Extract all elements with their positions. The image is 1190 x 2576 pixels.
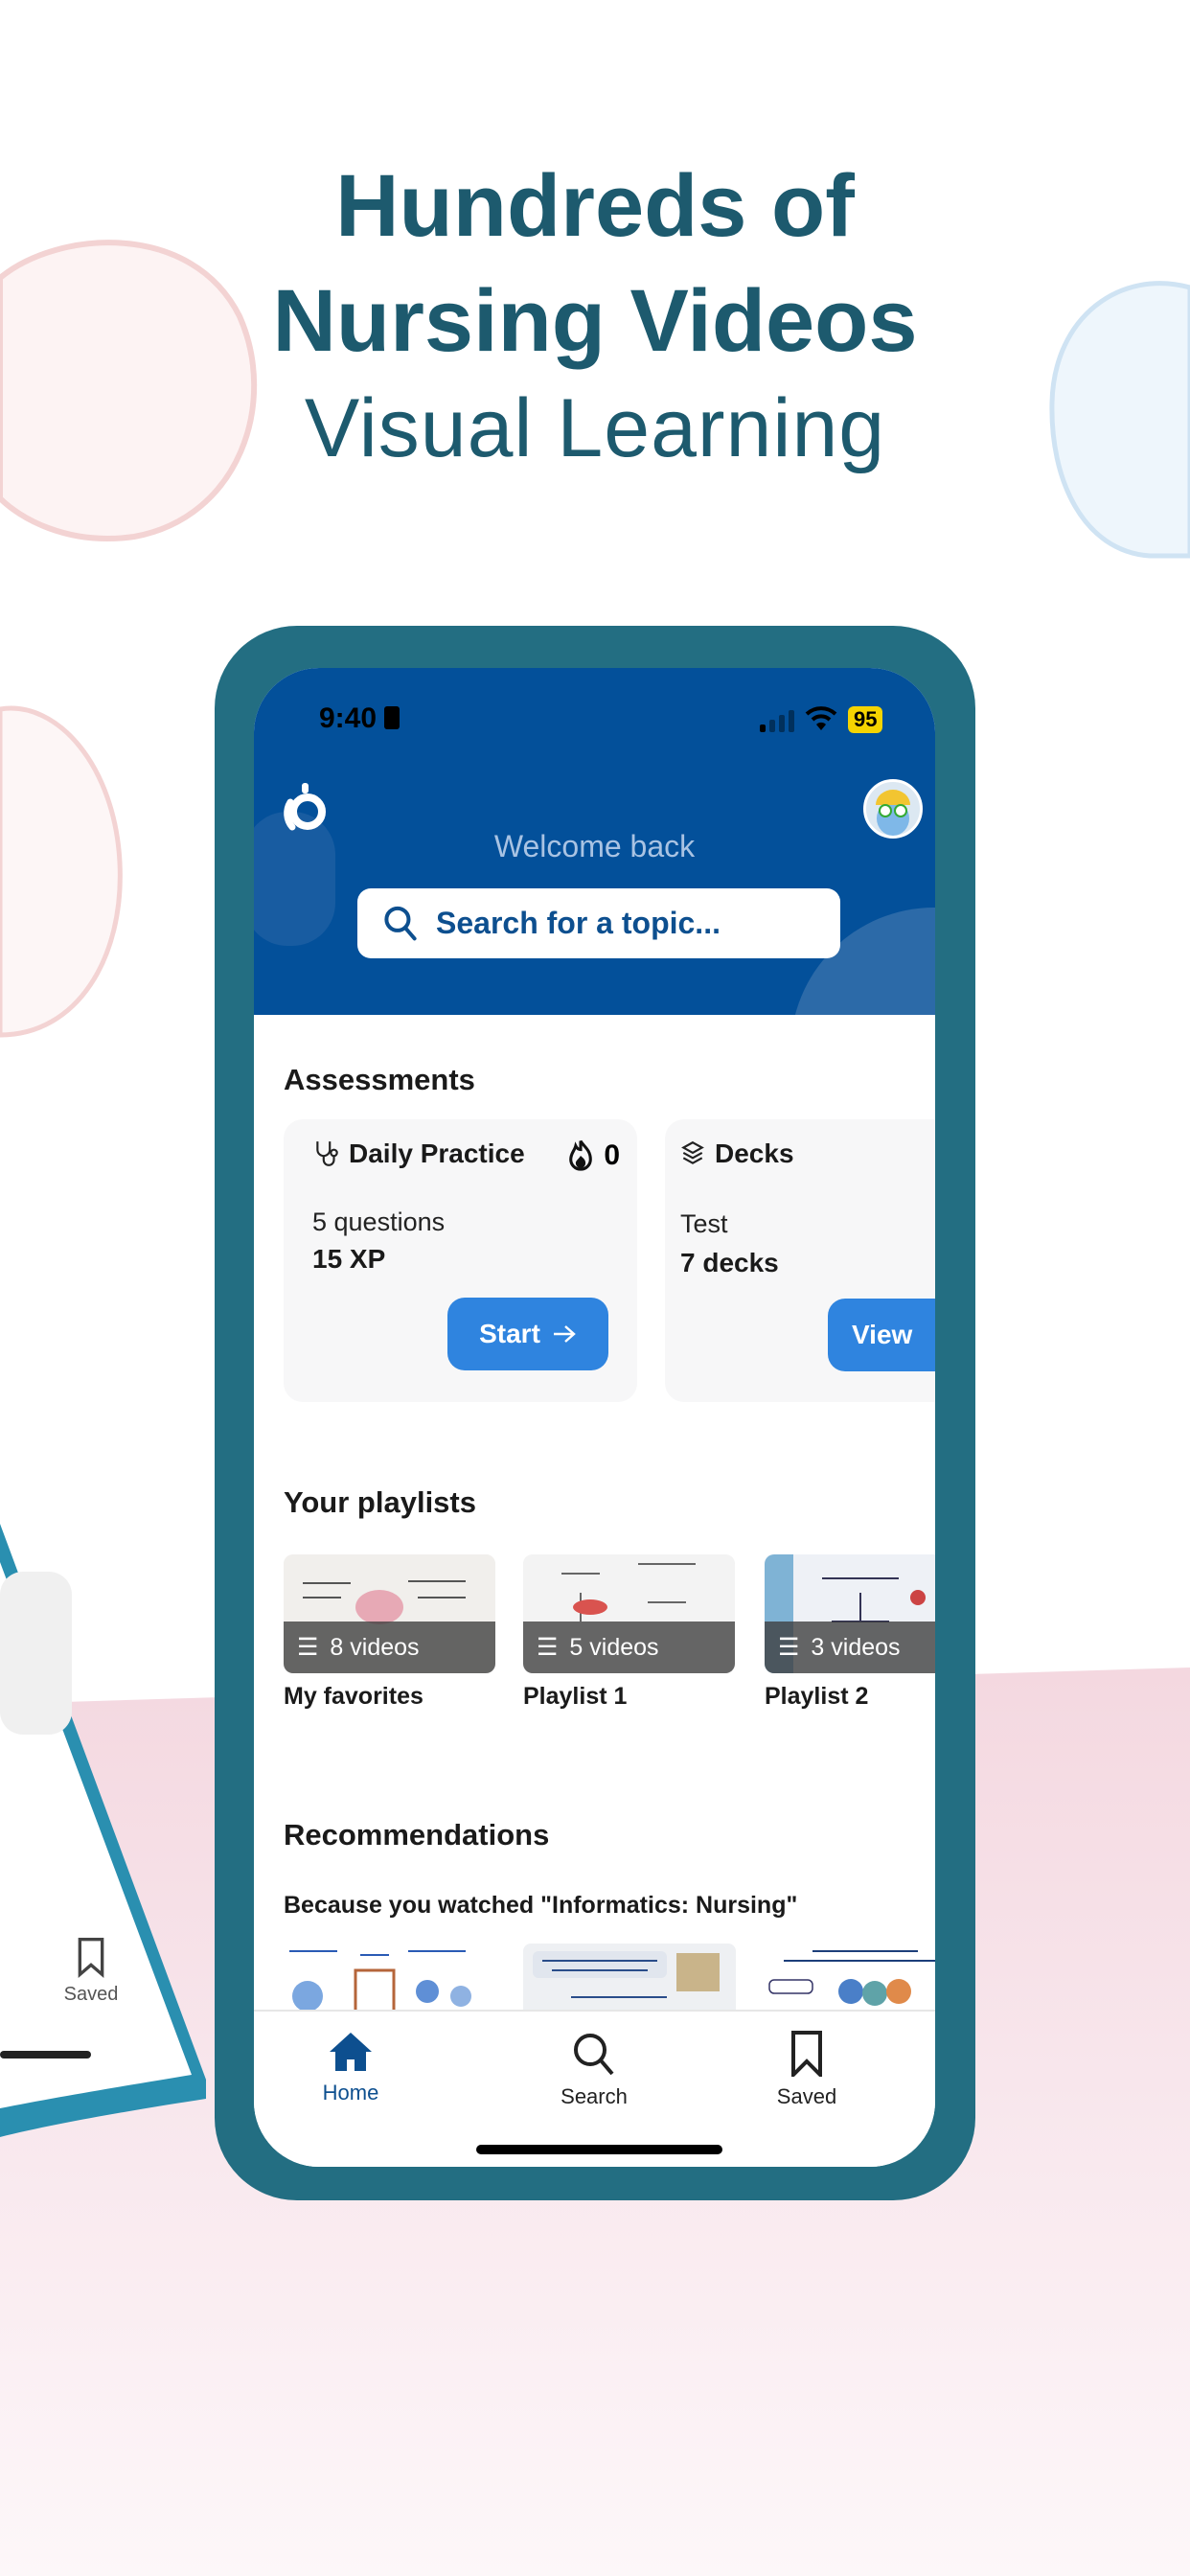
playlist-item[interactable]: ☰ 8 videos My favorites [284, 1554, 495, 1711]
recommended-video[interactable] [284, 1944, 496, 2020]
home-indicator [476, 2145, 722, 2154]
question-count: 5 questions [312, 1208, 446, 1236]
recommended-video[interactable] [765, 1944, 935, 2020]
playlist-item[interactable]: ☰ 5 videos Playlist 1 [523, 1554, 735, 1711]
deck-name: Test [680, 1209, 728, 1238]
stethoscope-icon [316, 1141, 338, 1166]
wifi-icon [805, 706, 837, 730]
video-count-overlay: ☰ 8 videos [284, 1622, 495, 1673]
list-icon: ☰ [537, 1634, 559, 1661]
mascot-avatar-icon [876, 790, 910, 836]
list-icon: ☰ [778, 1634, 800, 1661]
tab-label: Search [561, 2084, 628, 2108]
tab-label: Home [322, 2081, 379, 2104]
video-thumbnail-delegation [284, 1944, 496, 2020]
tab-saved[interactable]: Saved [730, 2031, 883, 2109]
headline-line-2: Nursing Videos [272, 272, 918, 370]
assessments-title: Assessments [284, 1063, 475, 1096]
time-text: 9:40 [319, 702, 378, 734]
tab-home[interactable]: Home [274, 2031, 427, 2105]
playlist-name: Playlist 2 [765, 1683, 869, 1710]
search-input[interactable]: Search for a topic... [357, 888, 840, 958]
card-title-text: Decks [715, 1138, 794, 1168]
background-phone-saved-tab: Saved [38, 1936, 144, 2006]
layers-icon [681, 1140, 704, 1164]
playlist-thumbnail: ☰ 5 videos [523, 1554, 735, 1673]
decorative-heart-illustration [0, 705, 123, 1038]
bookmark-icon [78, 1938, 104, 1978]
streak-count: 0 [604, 1139, 620, 1171]
app-logo-icon[interactable] [277, 781, 331, 835]
sim-icon [384, 706, 400, 729]
search-placeholder: Search for a topic... [436, 906, 721, 940]
arrow-right-icon [553, 1325, 576, 1343]
battery-indicator: 95 [848, 706, 883, 733]
background-phone-saved-label: Saved [63, 1984, 119, 2005]
video-count: 8 videos [330, 1633, 420, 1661]
bottom-tab-bar: Home Search Saved [254, 2010, 935, 2167]
daily-practice-card[interactable]: Daily Practice 0 5 questions 15 XP Start [284, 1119, 637, 1402]
view-button[interactable]: View [828, 1299, 935, 1371]
card-title-text: Daily Practice [349, 1138, 525, 1168]
video-thumbnail-interprofessional-teams [765, 1944, 935, 2020]
signal-icon [760, 710, 794, 732]
headline-line-3: Visual Learning [304, 382, 886, 474]
tab-search[interactable]: Search [517, 2031, 671, 2109]
background-phone-home-indicator [0, 2051, 91, 2058]
recommendations-title: Recommendations [284, 1818, 550, 1852]
xp-reward: 15 XP [312, 1244, 386, 1274]
recommendations-subtitle: Because you watched "Informatics: Nursin… [284, 1892, 798, 1919]
video-thumbnail-disaster-management [533, 1951, 720, 1998]
card-title: Decks [680, 1138, 794, 1169]
search-icon [384, 906, 417, 940]
card-title: Daily Practice [314, 1138, 525, 1169]
headline-line-1: Hundreds of [335, 157, 855, 255]
video-count: 3 videos [811, 1633, 901, 1661]
playlist-item[interactable]: ☰ 3 videos Playlist 2 [765, 1554, 935, 1711]
status-time: 9:40 [319, 702, 400, 735]
welcome-text: Welcome back [493, 829, 696, 863]
decks-card[interactable]: Decks Test 7 decks View [665, 1119, 935, 1402]
video-count: 5 videos [569, 1633, 659, 1661]
list-icon: ☰ [297, 1634, 319, 1661]
video-count-overlay: ☰ 5 videos [523, 1622, 735, 1673]
search-icon [574, 2034, 614, 2076]
background-phone-card [0, 1572, 72, 1735]
recommended-video[interactable] [523, 1944, 736, 2020]
deck-count: 7 decks [680, 1248, 779, 1277]
playlist-name: My favorites [284, 1683, 423, 1710]
playlist-name: Playlist 1 [523, 1683, 628, 1710]
playlists-title: Your playlists [284, 1485, 476, 1519]
tab-label: Saved [776, 2084, 837, 2108]
playlist-thumbnail: ☰ 8 videos [284, 1554, 495, 1673]
start-button[interactable]: Start [447, 1298, 608, 1370]
view-button-label: View [852, 1320, 913, 1349]
flame-icon [569, 1139, 593, 1171]
video-count-overlay: ☰ 3 videos [765, 1622, 935, 1673]
bookmark-icon [791, 2031, 822, 2077]
playlist-thumbnail: ☰ 3 videos [765, 1554, 935, 1673]
phone-screen: 9:40 95 Welcome back Search for a topic.… [254, 668, 935, 2167]
home-icon [330, 2033, 372, 2071]
start-button-label: Start [479, 1319, 540, 1348]
app-header: 9:40 95 Welcome back Search for a topic.… [254, 668, 935, 1015]
streak-counter: 0 [565, 1138, 620, 1173]
